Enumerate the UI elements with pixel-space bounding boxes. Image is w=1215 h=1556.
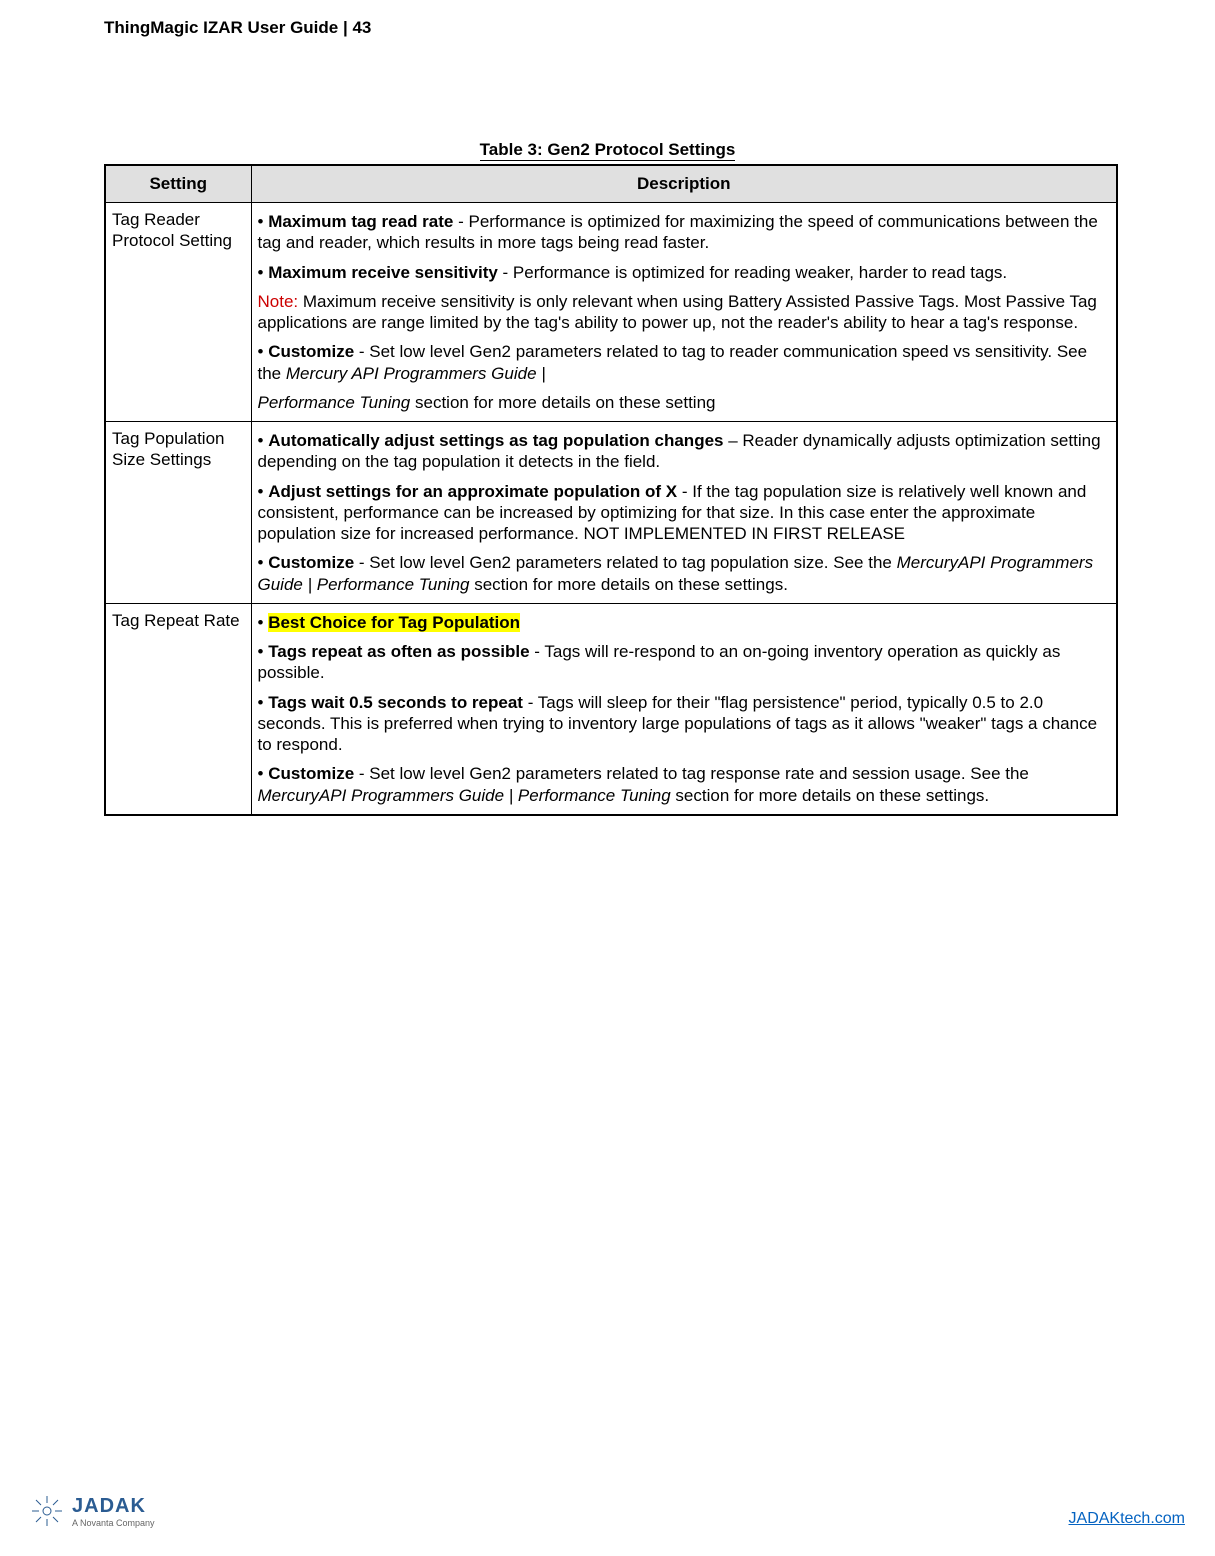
bold-term: Tags repeat as often as possible — [268, 642, 529, 661]
bold-term: Tags wait 0.5 seconds to repeat — [268, 693, 523, 712]
desc-paragraph: • Customize - Set low level Gen2 paramet… — [258, 341, 1111, 384]
bullet: • — [258, 642, 269, 661]
table-caption-wrap: Table 3: Gen2 Protocol Settings — [0, 140, 1215, 160]
desc-text: section for more details on these settin… — [671, 786, 989, 805]
th-description: Description — [251, 165, 1117, 203]
bullet: • — [258, 263, 269, 282]
table-header-row: Setting Description — [105, 165, 1117, 203]
bullet: • — [258, 693, 269, 712]
bold-term: Customize — [268, 764, 354, 783]
header-title: ThingMagic IZAR User Guide | 43 — [104, 18, 371, 37]
footer-link[interactable]: JADAKtech.com — [1069, 1510, 1185, 1528]
desc-paragraph: Performance Tuning section for more deta… — [258, 392, 1111, 413]
desc-text: - Set low level Gen2 parameters related … — [354, 764, 1029, 783]
cell-description: • Maximum tag read rate - Performance is… — [251, 203, 1117, 422]
bold-term: Customize — [268, 342, 354, 361]
desc-text: Maximum receive sensitivity is only rele… — [258, 292, 1097, 332]
cell-description: • Automatically adjust settings as tag p… — [251, 422, 1117, 604]
page-footer: JADAK A Novanta Company JADAKtech.com — [30, 1494, 1185, 1528]
italic-ref: Mercury API Programmers Guide | — [286, 364, 546, 383]
desc-paragraph: • Maximum tag read rate - Performance is… — [258, 211, 1111, 254]
italic-ref: MercuryAPI Programmers Guide | Performan… — [258, 786, 671, 805]
bold-term: Customize — [268, 553, 354, 572]
bullet: • — [258, 482, 269, 501]
bullet: • — [258, 212, 269, 231]
logo-sub: A Novanta Company — [72, 1518, 155, 1528]
bullet: • — [258, 431, 269, 450]
desc-text: section for more details on these settin… — [410, 393, 715, 412]
sunburst-icon — [30, 1494, 64, 1528]
table-caption: Table 3: Gen2 Protocol Settings — [480, 140, 736, 161]
bullet: • — [258, 553, 269, 572]
note-label: Note: — [258, 292, 299, 311]
cell-setting: Tag Repeat Rate — [105, 603, 251, 815]
bullet: • — [258, 342, 269, 361]
desc-text: - Set low level Gen2 parameters related … — [354, 553, 896, 572]
logo-main: JADAK — [72, 1495, 155, 1518]
desc-paragraph: • Tags repeat as often as possible - Tag… — [258, 641, 1111, 684]
desc-paragraph: Note: Maximum receive sensitivity is onl… — [258, 291, 1111, 334]
footer-logo: JADAK A Novanta Company — [30, 1494, 155, 1528]
bullet: • — [258, 764, 269, 783]
bold-term: Automatically adjust settings as tag pop… — [268, 431, 723, 450]
desc-paragraph: • Adjust settings for an approximate pop… — [258, 481, 1111, 545]
bold-term: Maximum tag read rate — [268, 212, 453, 231]
desc-paragraph: • Automatically adjust settings as tag p… — [258, 430, 1111, 473]
logo-text: JADAK A Novanta Company — [72, 1495, 155, 1528]
italic-ref: Performance Tuning — [258, 393, 411, 412]
bullet: • — [258, 613, 269, 632]
bold-term: Maximum receive sensitivity — [268, 263, 498, 282]
bold-term: Adjust settings for an approximate popul… — [268, 482, 677, 501]
table-row: Tag Reader Protocol Setting • Maximum ta… — [105, 203, 1117, 422]
desc-paragraph: • Customize - Set low level Gen2 paramet… — [258, 763, 1111, 806]
highlighted-term: Best Choice for Tag Population — [268, 613, 520, 632]
cell-setting: Tag Reader Protocol Setting — [105, 203, 251, 422]
cell-setting: Tag Population Size Settings — [105, 422, 251, 604]
desc-paragraph: • Tags wait 0.5 seconds to repeat - Tags… — [258, 692, 1111, 756]
settings-table: Setting Description Tag Reader Protocol … — [104, 164, 1118, 816]
desc-text: - Performance is optimized for reading w… — [498, 263, 1007, 282]
page-header: ThingMagic IZAR User Guide | 43 — [104, 18, 371, 38]
table-row: Tag Population Size Settings • Automatic… — [105, 422, 1117, 604]
cell-description: • Best Choice for Tag Population • Tags … — [251, 603, 1117, 815]
desc-paragraph: • Customize - Set low level Gen2 paramet… — [258, 552, 1111, 595]
desc-paragraph: • Maximum receive sensitivity - Performa… — [258, 262, 1111, 283]
desc-paragraph: • Best Choice for Tag Population — [258, 612, 1111, 633]
th-setting: Setting — [105, 165, 251, 203]
desc-text: section for more details on these settin… — [470, 575, 788, 594]
table-row: Tag Repeat Rate • Best Choice for Tag Po… — [105, 603, 1117, 815]
